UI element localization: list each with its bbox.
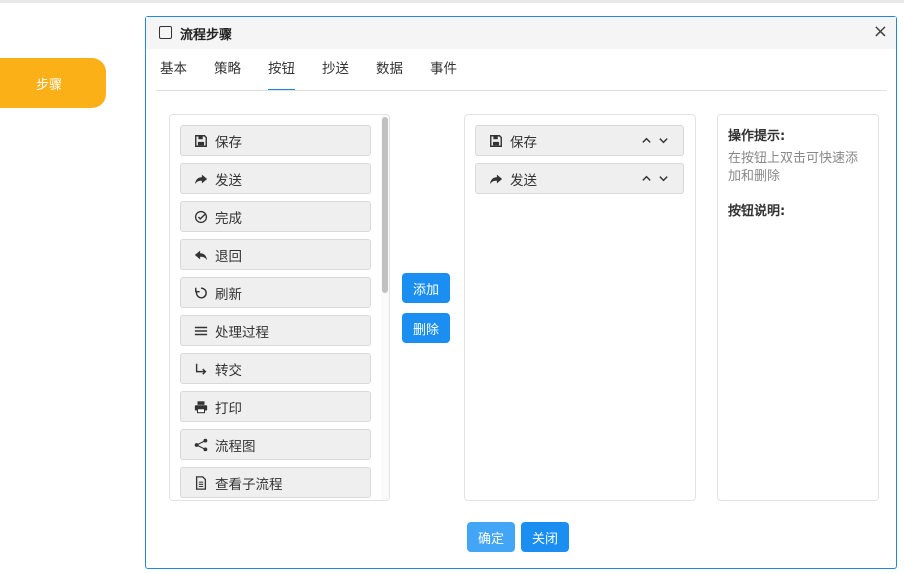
share-icon [488,171,504,187]
confirm-button[interactable]: 确定 [467,522,515,552]
scrollbar-thumb[interactable] [382,117,388,293]
chevron-up-icon[interactable] [641,172,652,188]
close-button[interactable]: 关闭 [521,522,569,552]
save-icon [193,133,209,149]
check-circle-icon [193,209,209,225]
list-icon [193,323,209,339]
share-nodes-icon [193,437,209,453]
item-label: 保存 [510,134,537,151]
print-icon [193,399,209,415]
tab-buttons[interactable]: 按钮 [268,59,295,91]
item-label: 查看子流程 [215,476,283,493]
item-label: 流程图 [215,438,256,455]
item-label: 退回 [215,248,242,265]
available-item-refresh[interactable]: 刷新 [180,277,371,308]
tab-events[interactable]: 事件 [430,59,457,91]
chevron-up-icon[interactable] [641,134,652,150]
available-item-return[interactable]: 退回 [180,239,371,270]
chevron-down-icon[interactable] [658,172,669,188]
flow-step-dialog: 流程步骤 × 基本 策略 按钮 抄送 数据 事件 保存 发送 完成 退回 刷新 [145,16,897,569]
document-icon [193,475,209,491]
item-label: 刷新 [215,286,242,303]
dialog-header: 流程步骤 × [146,17,896,49]
available-item-send[interactable]: 发送 [180,163,371,194]
tab-bar: 基本 策略 按钮 抄送 数据 事件 [160,59,484,91]
step-button-label: 步骤 [35,77,62,93]
selected-item-send[interactable]: 发送 [475,163,684,194]
item-label: 保存 [215,134,242,151]
tab-divider [156,90,887,91]
tab-basic[interactable]: 基本 [160,59,187,91]
operation-hint-title: 操作提示: [728,129,786,144]
chevron-down-icon[interactable] [658,134,669,150]
available-item-subflow[interactable]: 查看子流程 [180,467,371,498]
turn-arrow-icon [193,361,209,377]
item-label: 发送 [510,172,537,189]
tab-data[interactable]: 数据 [376,59,403,91]
save-icon [488,133,504,149]
available-buttons-list[interactable]: 保存 发送 完成 退回 刷新 处理过程 转交 打印 流程图 查看子流程 [169,114,390,501]
item-label: 完成 [215,210,242,227]
available-item-flowchart[interactable]: 流程图 [180,429,371,460]
item-label: 转交 [215,362,242,379]
available-item-process[interactable]: 处理过程 [180,315,371,346]
hint-panel: 操作提示: 在按钮上双击可快速添加和删除 按钮说明: [717,114,879,501]
item-label: 打印 [215,400,242,417]
top-divider [0,0,904,3]
available-item-save[interactable]: 保存 [180,125,371,156]
available-item-transfer[interactable]: 转交 [180,353,371,384]
close-icon[interactable]: × [873,21,888,43]
button-description-title: 按钮说明: [728,204,786,219]
available-item-print[interactable]: 打印 [180,391,371,422]
item-label: 发送 [215,172,242,189]
dialog-title: 流程步骤 [180,28,233,43]
step-button[interactable]: 步骤 [0,58,106,108]
available-item-complete[interactable]: 完成 [180,201,371,232]
tab-strategy[interactable]: 策略 [214,59,241,91]
refresh-icon [193,285,209,301]
item-label: 处理过程 [215,324,269,341]
window-icon [159,26,172,39]
selected-item-save[interactable]: 保存 [475,125,684,156]
delete-button[interactable]: 删除 [402,313,450,343]
tab-cc[interactable]: 抄送 [322,59,349,91]
selected-buttons-list[interactable]: 保存 发送 [464,114,696,501]
reply-icon [193,247,209,263]
operation-hint-text: 在按钮上双击可快速添加和删除 [728,151,859,184]
add-button[interactable]: 添加 [402,273,450,303]
share-icon [193,171,209,187]
